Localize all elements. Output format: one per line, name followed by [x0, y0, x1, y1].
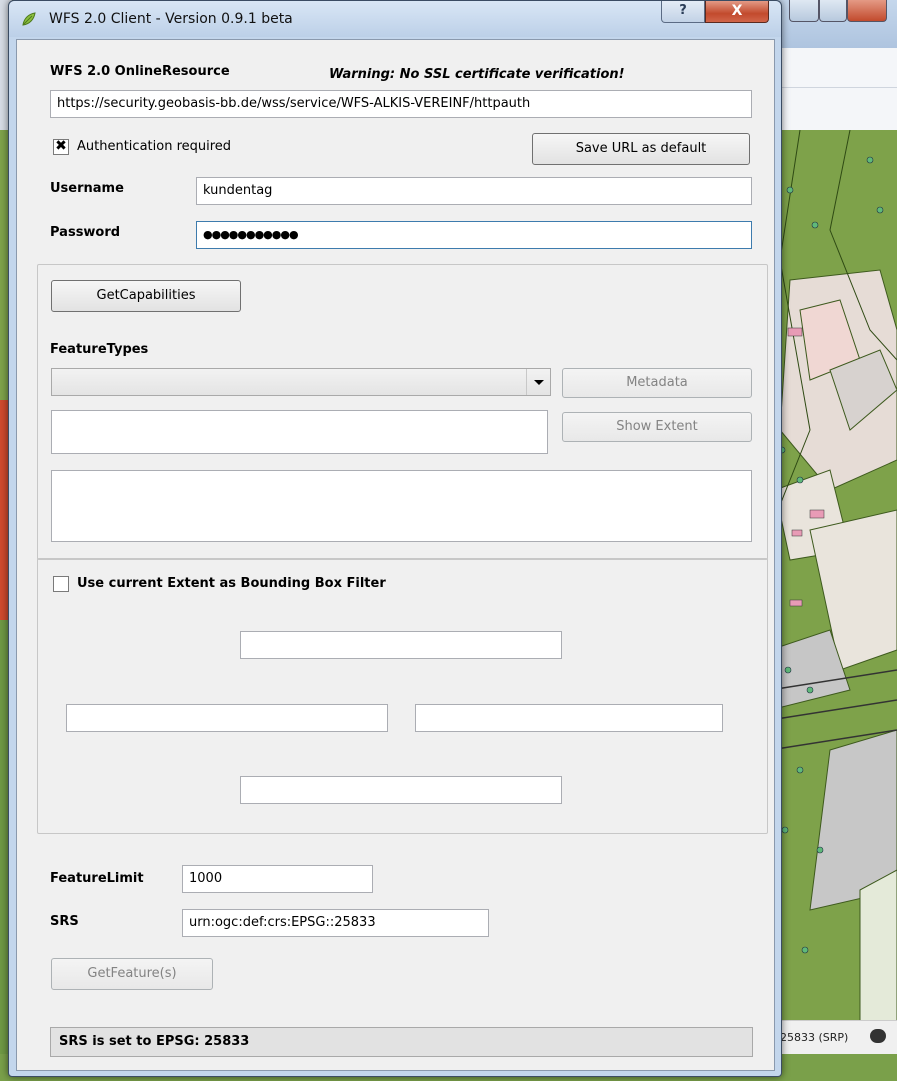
messages-icon[interactable] — [870, 1029, 886, 1043]
online-resource-url-input[interactable]: https://security.geobasis-bb.de/wss/serv… — [50, 90, 752, 118]
password-input[interactable]: ●●●●●●●●●●● — [196, 221, 752, 249]
srs-input[interactable]: urn:ogc:def:crs:EPSG::25833 — [182, 909, 489, 937]
dialog-titlebar[interactable]: WFS 2.0 Client - Version 0.9.1 beta ? X — [9, 1, 781, 37]
username-input[interactable]: kundentag — [196, 177, 752, 205]
bg-maximize-button[interactable] — [819, 0, 847, 22]
bbox-west-input[interactable] — [66, 704, 388, 732]
username-label: Username — [50, 181, 124, 196]
bg-minimize-button[interactable] — [789, 0, 819, 22]
metadata-button[interactable]: Metadata — [562, 368, 752, 398]
chevron-down-icon[interactable] — [526, 369, 550, 395]
background-statusbar: 25833 (SRP) — [770, 1020, 897, 1054]
password-label: Password — [50, 225, 121, 240]
dialog-title: WFS 2.0 Client - Version 0.9.1 beta — [49, 11, 293, 27]
ssl-warning-text: Warning: No SSL certificate verification… — [329, 67, 625, 82]
bbox-north-input[interactable] — [240, 631, 562, 659]
feature-limit-label: FeatureLimit — [50, 871, 144, 886]
get-features-button[interactable]: GetFeature(s) — [51, 958, 213, 990]
save-url-default-button[interactable]: Save URL as default — [532, 133, 750, 165]
map-features — [770, 130, 897, 1050]
close-button[interactable]: X — [705, 1, 769, 23]
background-app-titlebar — [771, 0, 897, 48]
feature-limit-input[interactable]: 1000 — [182, 865, 373, 893]
feature-type-abstract-field[interactable] — [51, 470, 752, 542]
crs-status-text[interactable]: 25833 (SRP) — [780, 1031, 848, 1044]
map-canvas[interactable] — [770, 130, 897, 1050]
srs-label: SRS — [50, 914, 79, 929]
bg-close-button[interactable] — [847, 0, 887, 22]
feature-type-title-field[interactable] — [51, 410, 548, 454]
help-button[interactable]: ? — [661, 1, 705, 23]
background-toolbar-row-2 — [771, 88, 897, 130]
show-extent-button[interactable]: Show Extent — [562, 412, 752, 442]
bbox-east-input[interactable] — [415, 704, 723, 732]
bbox-south-input[interactable] — [240, 776, 562, 804]
wfs-client-dialog: WFS 2.0 Client - Version 0.9.1 beta ? X … — [8, 0, 782, 1077]
qgis-leaf-icon — [22, 12, 36, 26]
bbox-filter-checkbox[interactable] — [53, 576, 69, 592]
background-app-toolbar — [770, 0, 897, 130]
feature-types-label: FeatureTypes — [50, 342, 149, 357]
authentication-checkbox-label[interactable]: Authentication required — [77, 139, 231, 154]
feature-types-dropdown[interactable] — [51, 368, 551, 396]
authentication-checkbox[interactable]: ✖ — [53, 139, 69, 155]
background-toolbar-row — [771, 48, 897, 88]
status-message: SRS is set to EPSG: 25833 — [50, 1027, 753, 1057]
bbox-filter-label[interactable]: Use current Extent as Bounding Box Filte… — [77, 576, 386, 591]
get-capabilities-button[interactable]: GetCapabilities — [51, 280, 241, 312]
dialog-client-area: WFS 2.0 OnlineResource Warning: No SSL c… — [16, 39, 775, 1071]
online-resource-label: WFS 2.0 OnlineResource — [50, 64, 230, 79]
